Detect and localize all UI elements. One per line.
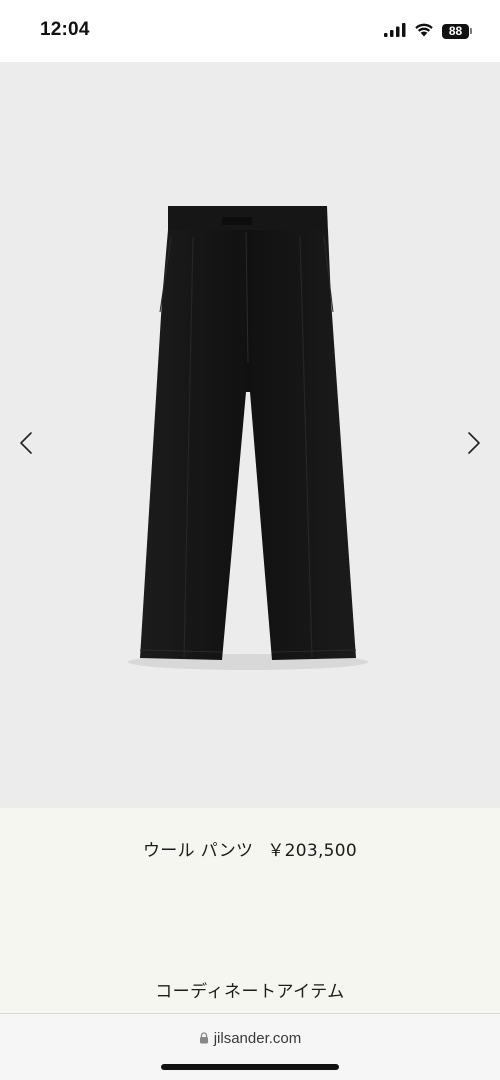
chevron-right-icon (468, 432, 480, 454)
battery-icon: 88 (442, 23, 472, 39)
product-image-carousel[interactable] (0, 62, 500, 808)
product-photo-pants (128, 206, 368, 670)
url-text: jilsander.com (213, 1030, 302, 1047)
address-bar[interactable]: jilsander.com (0, 1029, 500, 1048)
cellular-signal-icon (384, 22, 406, 41)
battery-level: 88 (442, 23, 469, 39)
wifi-icon (414, 22, 434, 41)
home-indicator[interactable] (161, 1064, 339, 1070)
next-image-button[interactable] (462, 428, 486, 458)
product-name: ウール パンツ (142, 841, 254, 861)
status-bar: 12:04 88 (0, 0, 500, 62)
browser-bottom-bar: jilsander.com (0, 1013, 500, 1080)
coordinate-items-heading: コーディネートアイテム (155, 982, 345, 1002)
product-summary: ウール パンツ ￥203,500 (0, 836, 500, 861)
chevron-left-icon (20, 432, 32, 454)
page: 12:04 88 ウール パンツ ￥203,500 コーディネートアイテム ji… (0, 0, 500, 1080)
previous-image-button[interactable] (14, 428, 38, 458)
lock-icon (199, 1029, 209, 1048)
battery-cap (470, 28, 472, 34)
status-icons: 88 (384, 21, 472, 41)
status-time: 12:04 (40, 19, 90, 40)
product-info-panel: ウール パンツ ￥203,500 コーディネートアイテム (0, 808, 500, 1016)
product-price: ￥203,500 (267, 841, 358, 861)
